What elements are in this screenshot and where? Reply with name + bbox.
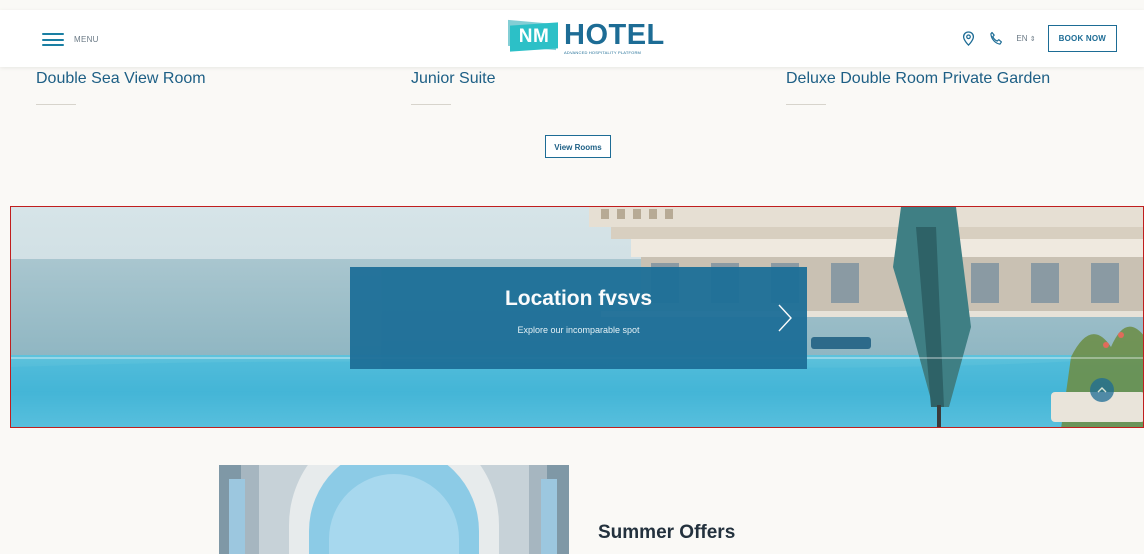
logo-tagline: ADVANCED HOSPITALITY PLATFORM [564,50,642,55]
chevron-down-icon: ⇕ [1029,36,1036,43]
scroll-to-top-button[interactable] [1090,378,1114,402]
logo-mark: NM [508,19,560,52]
chevron-right-icon[interactable] [775,303,795,333]
menu-button[interactable]: MENU [42,33,99,46]
hamburger-icon [42,33,64,46]
location-card[interactable]: Location fvsvs Explore our incomparable … [350,267,807,369]
location-icon[interactable] [960,31,976,47]
room-title[interactable]: Junior Suite [411,70,496,88]
room-divider [786,104,826,105]
phone-icon[interactable] [988,31,1004,47]
logo-wordmark: HOTEL [564,19,665,51]
chevron-up-icon [1097,387,1107,393]
language-selector[interactable]: EN ⇕ [1016,34,1035,43]
view-rooms-button[interactable]: View Rooms [545,135,611,158]
room-title[interactable]: Deluxe Double Room Private Garden [786,70,1050,88]
location-subtitle: Explore our incomparable spot [517,325,640,335]
summer-offer-image [219,465,569,554]
language-code: EN [1016,34,1028,43]
hotel-logo[interactable]: NM HOTEL ADVANCED HOSPITALITY PLATFORM [508,19,665,55]
room-title[interactable]: Double Sea View Room [36,70,206,88]
offers-heading: Summer Offers [598,522,736,543]
logo-mark-text: NM [518,26,550,47]
site-header: MENU NM HOTEL ADVANCED HOSPITALITY PLATF… [0,10,1144,67]
room-divider [36,104,76,105]
book-now-button[interactable]: BOOK NOW [1047,25,1117,52]
menu-label: MENU [74,35,99,44]
location-title: Location fvsvs [504,287,653,310]
room-divider [411,104,451,105]
